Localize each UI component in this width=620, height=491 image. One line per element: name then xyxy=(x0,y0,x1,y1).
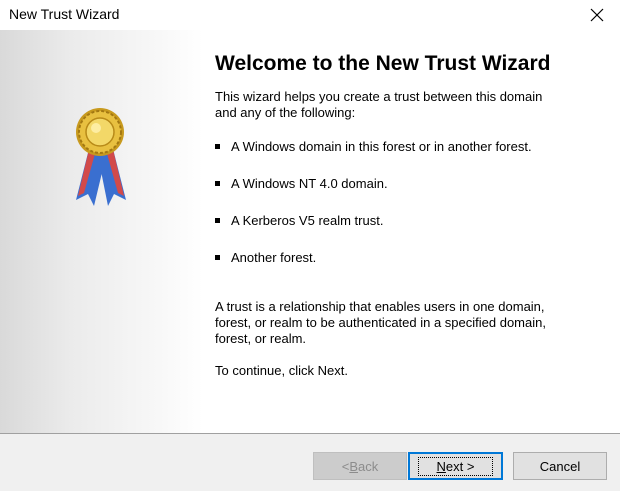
bullet-icon xyxy=(215,144,220,149)
award-ribbon-icon xyxy=(76,108,126,206)
bullet-icon xyxy=(215,181,220,186)
list-item: Another forest. xyxy=(215,250,605,287)
next-button-accel: N xyxy=(436,458,446,474)
next-button[interactable]: Next > xyxy=(408,452,503,480)
list-item-text: A Windows NT 4.0 domain. xyxy=(231,176,388,191)
wizard-side-panel xyxy=(0,30,203,433)
back-button-accel: B xyxy=(349,458,359,474)
wizard-content: Welcome to the New Trust Wizard This wiz… xyxy=(0,30,620,433)
close-icon xyxy=(590,8,604,22)
bullet-icon xyxy=(215,255,220,260)
cancel-button[interactable]: Cancel xyxy=(513,452,607,480)
next-button-label: Next > xyxy=(417,456,494,476)
list-item: A Windows NT 4.0 domain. xyxy=(215,176,605,213)
intro-text: This wizard helps you create a trust bet… xyxy=(215,89,543,120)
back-button[interactable]: < Back xyxy=(313,452,407,480)
wizard-main-panel: Welcome to the New Trust Wizard This wiz… xyxy=(215,30,605,379)
wizard-footer: < Back Next > Cancel xyxy=(0,433,620,491)
trust-types-list: A Windows domain in this forest or in an… xyxy=(215,139,605,287)
close-button[interactable] xyxy=(574,0,620,30)
wizard-heading: Welcome to the New Trust Wizard xyxy=(215,52,551,75)
list-item-text: A Kerberos V5 realm trust. xyxy=(231,213,384,228)
list-item: A Windows domain in this forest or in an… xyxy=(215,139,605,176)
back-button-prefix: < xyxy=(341,458,350,474)
bullet-icon xyxy=(215,218,220,223)
next-button-rest: ext > xyxy=(445,458,475,474)
list-item: A Kerberos V5 realm trust. xyxy=(215,213,605,250)
back-button-rest: ack xyxy=(358,458,379,474)
continue-instruction: To continue, click Next. xyxy=(215,363,348,378)
window-title: New Trust Wizard xyxy=(9,6,120,22)
list-item-text: A Windows domain in this forest or in an… xyxy=(231,139,532,154)
title-bar: New Trust Wizard xyxy=(0,0,620,30)
trust-description: A trust is a relationship that enables u… xyxy=(215,299,546,346)
list-item-text: Another forest. xyxy=(231,250,317,265)
